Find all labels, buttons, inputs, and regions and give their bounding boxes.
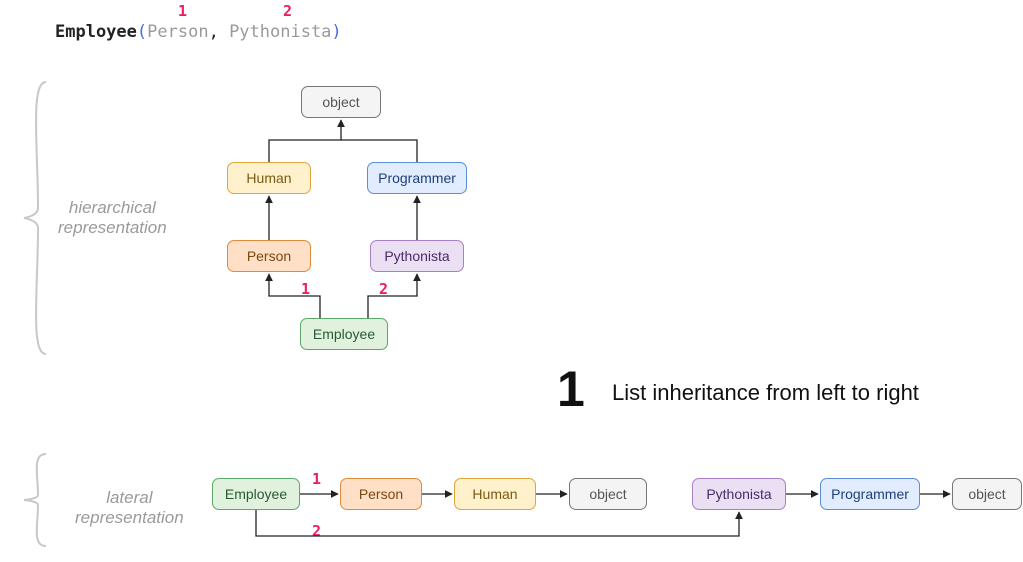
code-arg-2: Pythonista	[229, 22, 331, 42]
hierarchical-word-1: hierarchical	[69, 198, 156, 217]
l-pythonista-label: Pythonista	[706, 486, 771, 502]
node-object-top: object	[301, 86, 381, 118]
l-person-label: Person	[359, 486, 403, 502]
node-object-label: object	[322, 94, 359, 110]
lateral-word-2: representation	[75, 508, 184, 527]
node-human-label: Human	[246, 170, 291, 186]
h-anno-2: 2	[379, 280, 388, 298]
l-anno-2: 2	[312, 522, 321, 540]
brace-hierarchical	[20, 78, 52, 358]
code-arg-1: Person	[147, 22, 208, 42]
l-node-employee: Employee	[212, 478, 300, 510]
headline-text: List inheritance from left to right	[612, 380, 919, 406]
node-person-label: Person	[247, 248, 291, 264]
node-human: Human	[227, 162, 311, 194]
close-paren: )	[331, 22, 341, 42]
node-person: Person	[227, 240, 311, 272]
comma: ,	[209, 22, 219, 42]
l-employee-label: Employee	[225, 486, 287, 502]
l-node-human: Human	[454, 478, 536, 510]
code-anno-2: 2	[283, 2, 292, 20]
code-line: Employee(Person, Pythonista)	[55, 22, 342, 42]
label-hierarchical: hierarchical representation	[58, 198, 167, 239]
node-pythonista-label: Pythonista	[384, 248, 449, 264]
lateral-word-1: lateral	[106, 488, 152, 507]
node-programmer: Programmer	[367, 162, 467, 194]
l-anno-1: 1	[312, 470, 321, 488]
node-employee: Employee	[300, 318, 388, 350]
open-paren: (	[137, 22, 147, 42]
node-employee-label: Employee	[313, 326, 375, 342]
l-object1-label: object	[589, 486, 626, 502]
hierarchical-word-2: representation	[58, 218, 167, 237]
l-node-programmer: Programmer	[820, 478, 920, 510]
l-human-label: Human	[472, 486, 517, 502]
node-programmer-label: Programmer	[378, 170, 456, 186]
brace-lateral	[20, 450, 52, 550]
l-node-object-2: object	[952, 478, 1022, 510]
node-pythonista: Pythonista	[370, 240, 464, 272]
code-class: Employee	[55, 22, 137, 42]
code-anno-1: 1	[178, 2, 187, 20]
label-lateral: lateral representation	[75, 488, 184, 529]
l-node-person: Person	[340, 478, 422, 510]
h-anno-1: 1	[301, 280, 310, 298]
l-node-pythonista: Pythonista	[692, 478, 786, 510]
l-node-object-1: object	[569, 478, 647, 510]
l-programmer-label: Programmer	[831, 486, 909, 502]
l-object2-label: object	[968, 486, 1005, 502]
headline-number: 1	[557, 360, 585, 418]
